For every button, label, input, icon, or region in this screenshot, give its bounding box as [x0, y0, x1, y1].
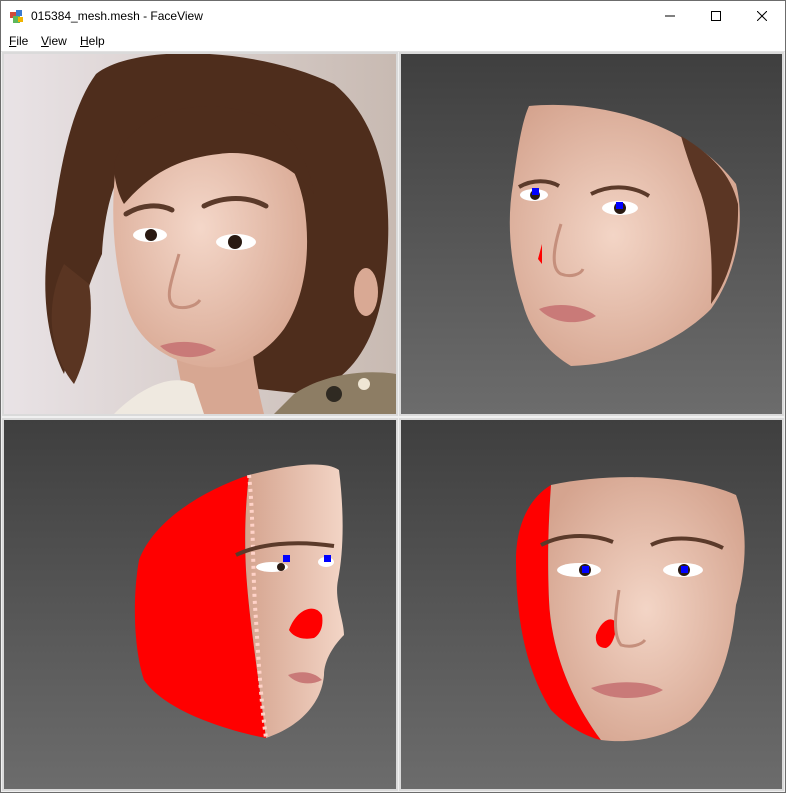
side-mesh-render: [134, 464, 344, 739]
faceview-app-icon[interactable]: [9, 8, 25, 24]
source-photo-image: [4, 54, 396, 414]
three-quarter-mesh-render: [516, 477, 745, 742]
close-button[interactable]: [739, 1, 785, 31]
maximize-icon: [711, 11, 721, 21]
menu-help[interactable]: Help: [80, 34, 105, 48]
menu-file-label: ile: [16, 34, 29, 48]
menu-view[interactable]: View: [41, 34, 67, 48]
menu-help-accel: H: [80, 34, 89, 48]
minimize-button[interactable]: [647, 1, 693, 31]
maximize-button[interactable]: [693, 1, 739, 31]
front-mesh-viewport[interactable]: [399, 52, 784, 416]
menu-bar: File View Help: [1, 31, 785, 52]
source-photo-viewport[interactable]: [2, 52, 398, 416]
menu-view-label: iew: [48, 34, 67, 48]
menu-help-label: elp: [88, 34, 105, 48]
three-quarter-mesh-viewport[interactable]: [399, 418, 784, 791]
close-icon: [757, 11, 767, 21]
window-title: 015384_mesh.mesh - FaceView: [31, 9, 203, 23]
menu-file[interactable]: File: [9, 34, 28, 48]
minimize-icon: [665, 15, 675, 17]
front-mesh-render: [509, 104, 740, 366]
side-mesh-viewport[interactable]: [2, 418, 398, 791]
menu-view-accel: V: [41, 34, 49, 48]
title-bar[interactable]: 015384_mesh.mesh - FaceView: [1, 1, 785, 31]
